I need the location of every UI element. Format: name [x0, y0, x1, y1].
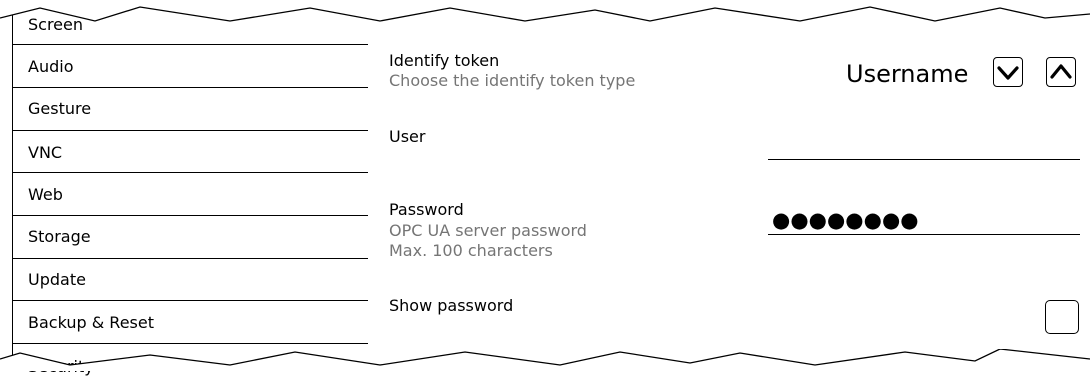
show-password-checkbox[interactable]	[1045, 300, 1079, 334]
sidebar-item-vnc[interactable]: VNC	[13, 131, 368, 173]
torn-edge-bottom	[0, 349, 1090, 371]
sidebar-item-label: Audio	[28, 57, 74, 76]
sidebar-item-label: VNC	[28, 143, 63, 162]
sidebar-item-label: Storage	[28, 227, 91, 246]
sidebar-item-update[interactable]: Update	[13, 259, 368, 301]
token-previous-button[interactable]	[1046, 57, 1076, 87]
torn-edge-top	[0, 0, 1090, 22]
sidebar: Screen Audio Gesture VNC Web Storage Upd…	[12, 0, 368, 375]
sidebar-item-audio[interactable]: Audio	[13, 45, 368, 88]
sidebar-item-label: Gesture	[28, 99, 92, 118]
chevron-up-icon	[1050, 64, 1072, 79]
password-description: OPC UA server password	[389, 221, 587, 240]
identify-token-description: Choose the identify token type	[389, 71, 636, 90]
password-limit-note: Max. 100 characters	[389, 241, 553, 260]
password-title: Password	[389, 200, 464, 219]
token-next-button[interactable]	[993, 57, 1023, 87]
identify-token-title: Identify token	[389, 51, 500, 70]
show-password-title: Show password	[389, 296, 514, 315]
user-input[interactable]	[768, 132, 1080, 160]
user-title: User	[389, 127, 426, 146]
sidebar-item-label: Web	[28, 185, 63, 204]
chevron-down-icon	[997, 66, 1019, 80]
sidebar-item-label: Backup & Reset	[28, 313, 154, 332]
sidebar-item-label: Update	[28, 270, 86, 289]
sidebar-item-gesture[interactable]: Gesture	[13, 88, 368, 131]
sidebar-item-web[interactable]: Web	[13, 173, 368, 216]
sidebar-item-backup-reset[interactable]: Backup & Reset	[13, 301, 368, 344]
sidebar-item-storage[interactable]: Storage	[13, 216, 368, 259]
password-masked-value: ●●●●●●●●	[772, 208, 919, 232]
identify-token-value: Username	[846, 60, 969, 88]
